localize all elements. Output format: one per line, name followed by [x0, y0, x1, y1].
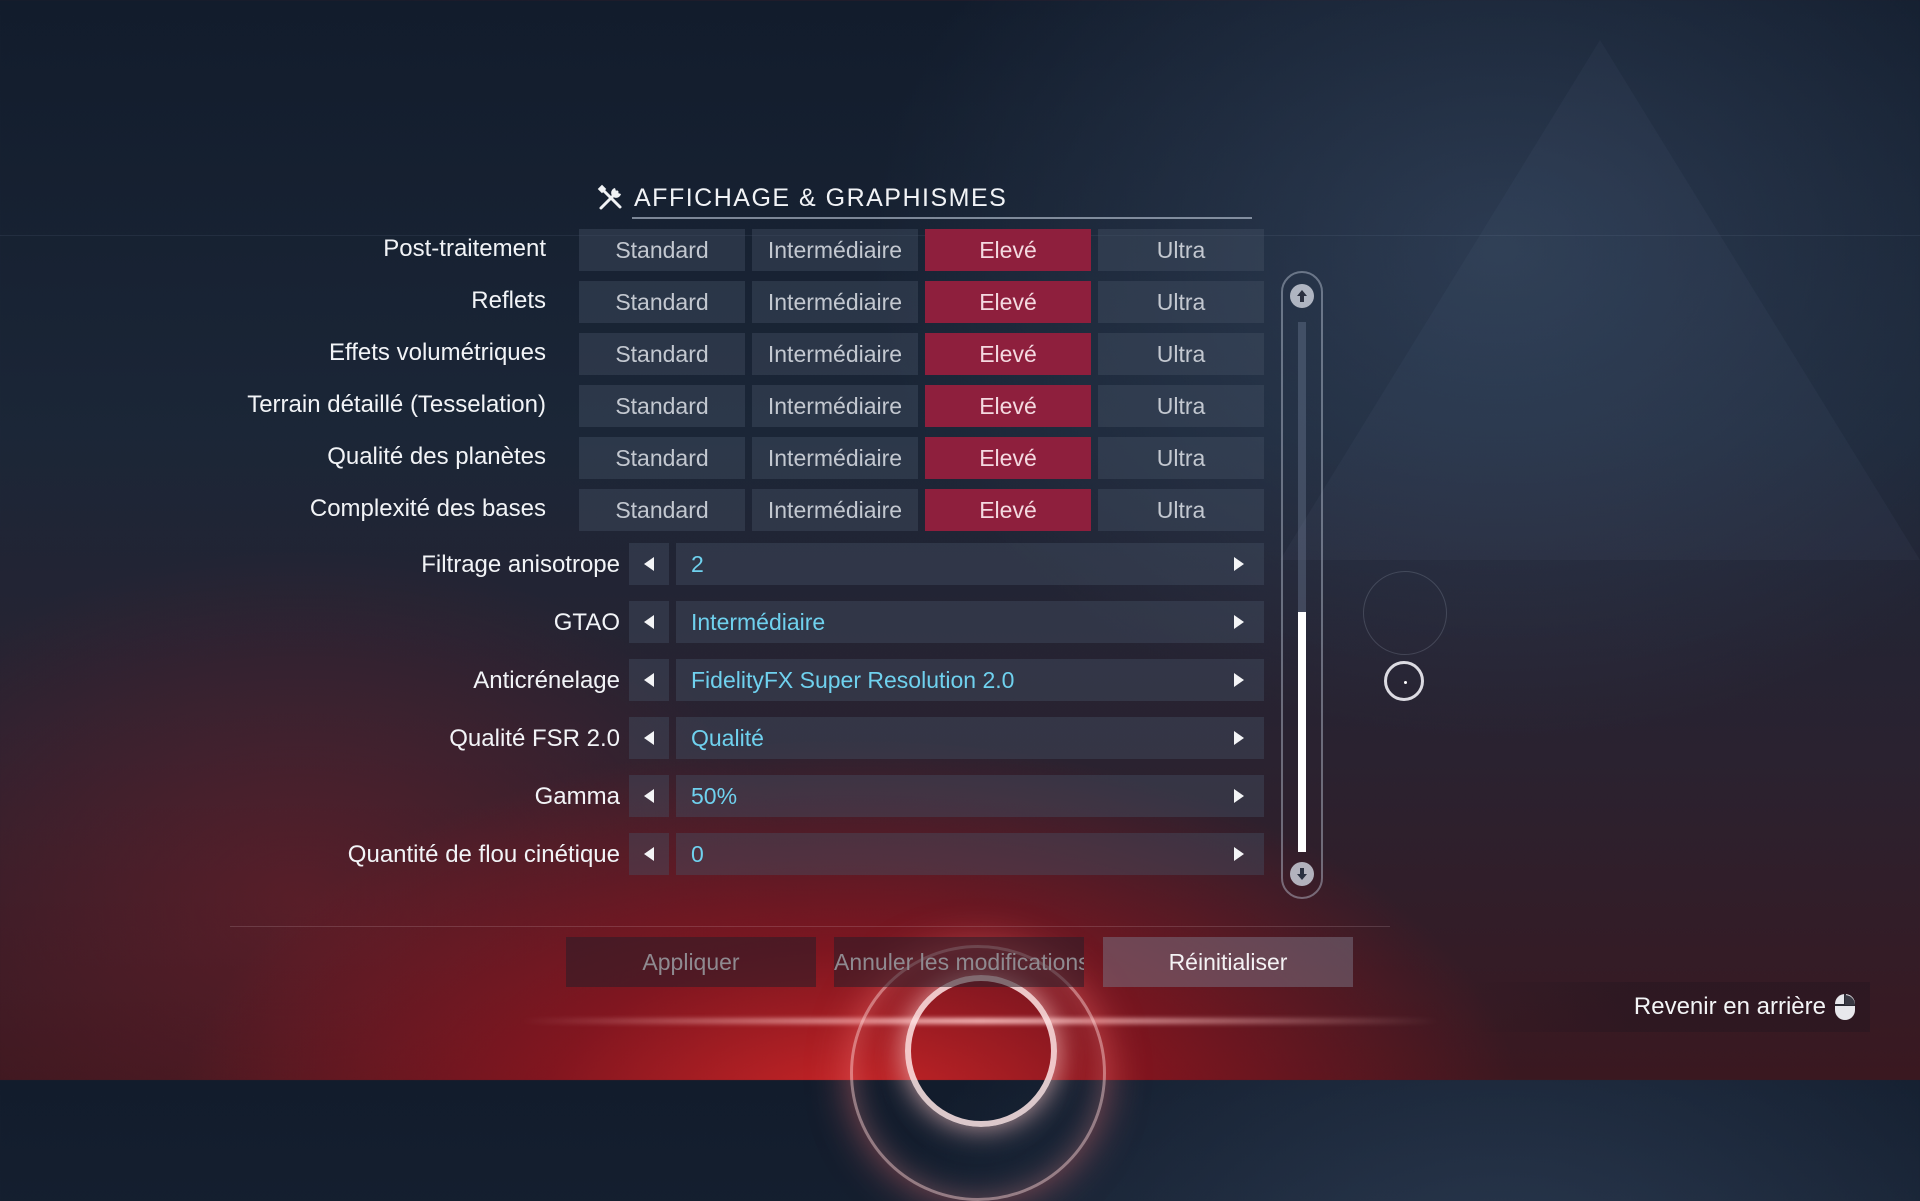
value-selector[interactable]: 50% — [676, 775, 1264, 817]
setting-label: Reflets — [471, 287, 546, 314]
tools-icon — [597, 184, 622, 210]
footer-divider — [230, 926, 1390, 927]
previous-value-button[interactable] — [629, 659, 669, 701]
next-value-button[interactable] — [1224, 717, 1254, 759]
back-button[interactable]: Revenir en arrière — [1470, 982, 1870, 1032]
cancel-changes-button[interactable]: Annuler les modifications — [834, 937, 1084, 987]
option-ultra-button[interactable]: Ultra — [1098, 333, 1264, 375]
option-standard-button[interactable]: Standard — [579, 437, 745, 479]
option-intermediaire-button[interactable]: Intermédiaire — [752, 281, 918, 323]
header-underline — [632, 217, 1252, 219]
setting-label: Gamma — [534, 783, 620, 810]
arrow-right-icon — [1234, 789, 1244, 803]
arrow-right-icon — [1234, 847, 1244, 861]
option-standard-button[interactable]: Standard — [579, 333, 745, 375]
setting-label: Qualité FSR 2.0 — [449, 725, 620, 752]
section-header: AFFICHAGE & GRAPHISMES — [596, 178, 1252, 218]
option-ultra-button[interactable]: Ultra — [1098, 385, 1264, 427]
previous-value-button[interactable] — [629, 717, 669, 759]
option-intermediaire-button[interactable]: Intermédiaire — [752, 437, 918, 479]
selector-value: 0 — [691, 841, 704, 867]
arrow-left-icon — [644, 789, 654, 803]
scroll-down-button[interactable] — [1290, 862, 1314, 886]
setting-label: Effets volumétriques — [329, 339, 546, 366]
selector-value: Intermédiaire — [691, 609, 826, 635]
option-standard-button[interactable]: Standard — [579, 385, 745, 427]
option-eleve-button[interactable]: Elevé — [925, 229, 1091, 271]
option-intermediaire-button[interactable]: Intermédiaire — [752, 489, 918, 531]
next-value-button[interactable] — [1224, 833, 1254, 875]
selector-value: 50% — [691, 783, 738, 809]
cursor-dot — [1404, 681, 1407, 684]
background-decoration — [1280, 40, 1920, 560]
option-ultra-button[interactable]: Ultra — [1098, 489, 1264, 531]
option-eleve-button[interactable]: Elevé — [925, 437, 1091, 479]
selector-value: FidelityFX Super Resolution 2.0 — [691, 667, 1015, 693]
arrow-left-icon — [644, 673, 654, 687]
option-intermediaire-button[interactable]: Intermédiaire — [752, 385, 918, 427]
option-intermediaire-button[interactable]: Intermédiaire — [752, 229, 918, 271]
setting-label: Terrain détaillé (Tesselation) — [247, 391, 546, 418]
page-title: AFFICHAGE & GRAPHISMES — [634, 183, 1008, 212]
arrow-left-icon — [644, 731, 654, 745]
value-selector[interactable]: FidelityFX Super Resolution 2.0 — [676, 659, 1264, 701]
previous-value-button[interactable] — [629, 601, 669, 643]
setting-label: Quantité de flou cinétique — [347, 841, 620, 868]
setting-label: GTAO — [553, 609, 620, 636]
scrollbar-thumb[interactable] — [1298, 612, 1306, 852]
arrow-left-icon — [644, 847, 654, 861]
option-ultra-button[interactable]: Ultra — [1098, 437, 1264, 479]
option-standard-button[interactable]: Standard — [579, 281, 745, 323]
mouse-icon — [1835, 994, 1855, 1020]
setting-label: Filtrage anisotrope — [421, 551, 620, 578]
arrow-right-icon — [1234, 673, 1244, 687]
reset-button[interactable]: Réinitialiser — [1103, 937, 1353, 987]
option-standard-button[interactable]: Standard — [579, 489, 745, 531]
setting-label: Qualité des planètes — [327, 443, 546, 470]
previous-value-button[interactable] — [629, 775, 669, 817]
option-intermediaire-button[interactable]: Intermédiaire — [752, 333, 918, 375]
setting-label: Post-traitement — [383, 235, 546, 262]
setting-label: Anticrénelage — [473, 667, 620, 694]
next-value-button[interactable] — [1224, 543, 1254, 585]
cursor-trail-ring — [1363, 571, 1447, 655]
option-ultra-button[interactable]: Ultra — [1098, 281, 1264, 323]
option-ultra-button[interactable]: Ultra — [1098, 229, 1264, 271]
arrow-left-icon — [644, 557, 654, 571]
arrow-up-icon — [1297, 290, 1307, 302]
arrow-down-icon — [1297, 868, 1307, 880]
previous-value-button[interactable] — [629, 833, 669, 875]
value-selector[interactable]: Intermédiaire — [676, 601, 1264, 643]
next-value-button[interactable] — [1224, 601, 1254, 643]
arrow-left-icon — [644, 615, 654, 629]
value-selector[interactable]: 0 — [676, 833, 1264, 875]
selector-value: Qualité — [691, 725, 764, 751]
setting-label: Complexité des bases — [309, 495, 546, 522]
option-eleve-button[interactable]: Elevé — [925, 281, 1091, 323]
scroll-up-button[interactable] — [1290, 284, 1314, 308]
value-selector[interactable]: 2 — [676, 543, 1264, 585]
selector-value: 2 — [691, 551, 704, 577]
next-value-button[interactable] — [1224, 775, 1254, 817]
apply-button[interactable]: Appliquer — [566, 937, 816, 987]
option-eleve-button[interactable]: Elevé — [925, 489, 1091, 531]
arrow-right-icon — [1234, 731, 1244, 745]
option-eleve-button[interactable]: Elevé — [925, 333, 1091, 375]
background-glow-core — [905, 975, 1057, 1127]
option-eleve-button[interactable]: Elevé — [925, 385, 1091, 427]
next-value-button[interactable] — [1224, 659, 1254, 701]
back-label: Revenir en arrière — [1633, 993, 1826, 1020]
arrow-right-icon — [1234, 557, 1244, 571]
arrow-right-icon — [1234, 615, 1244, 629]
value-selector[interactable]: Qualité — [676, 717, 1264, 759]
previous-value-button[interactable] — [629, 543, 669, 585]
option-standard-button[interactable]: Standard — [579, 229, 745, 271]
